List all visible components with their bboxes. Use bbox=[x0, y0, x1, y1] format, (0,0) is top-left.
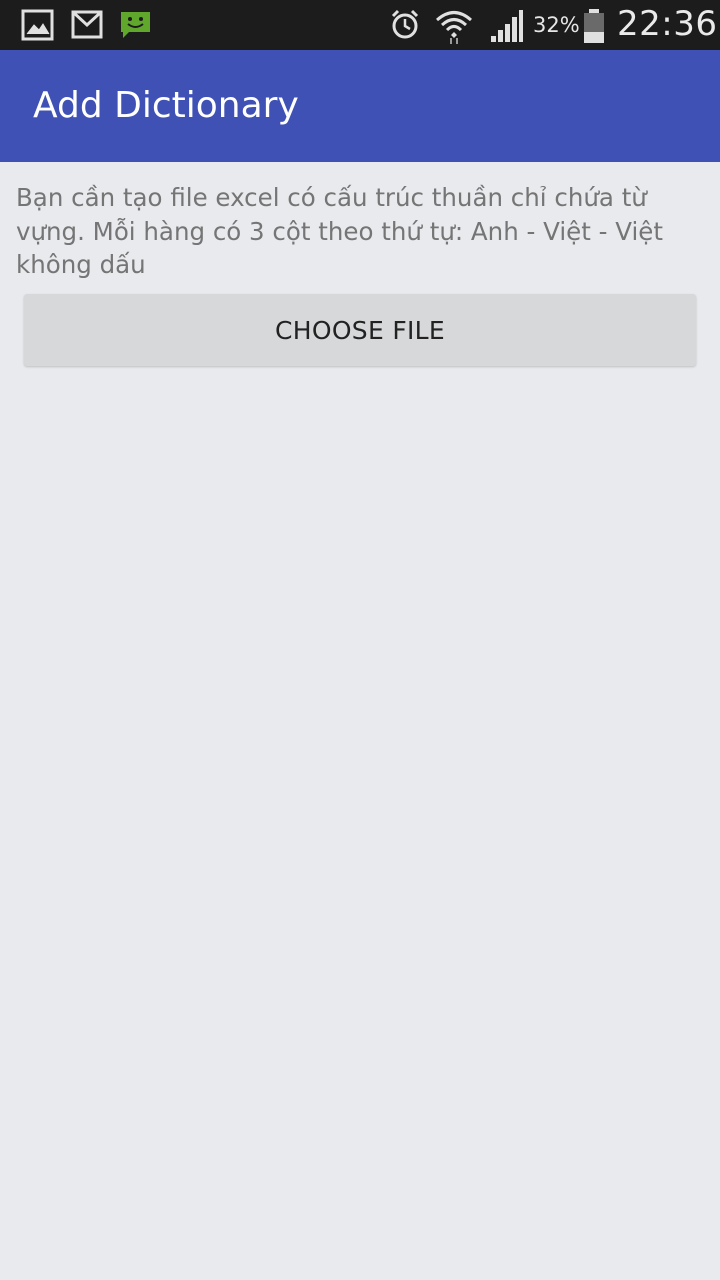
signal-icon bbox=[489, 8, 525, 42]
status-bar: 32% 22:36 bbox=[0, 0, 720, 50]
status-bar-time: 22:36 bbox=[617, 4, 718, 44]
instruction-text: Bạn cần tạo file excel có cấu trúc thuần… bbox=[16, 183, 663, 279]
battery-percent: 32% bbox=[533, 13, 580, 37]
gmail-notification-icon bbox=[70, 8, 104, 42]
choose-file-button[interactable]: CHOOSE FILE bbox=[24, 294, 696, 366]
alarm-icon bbox=[388, 8, 422, 42]
wifi-icon bbox=[434, 8, 474, 44]
gallery-notification-icon bbox=[21, 8, 55, 42]
message-notification-icon bbox=[119, 8, 153, 42]
battery-icon bbox=[582, 8, 606, 43]
page-title: Add Dictionary bbox=[33, 85, 299, 126]
app-bar: Add Dictionary bbox=[0, 50, 720, 162]
